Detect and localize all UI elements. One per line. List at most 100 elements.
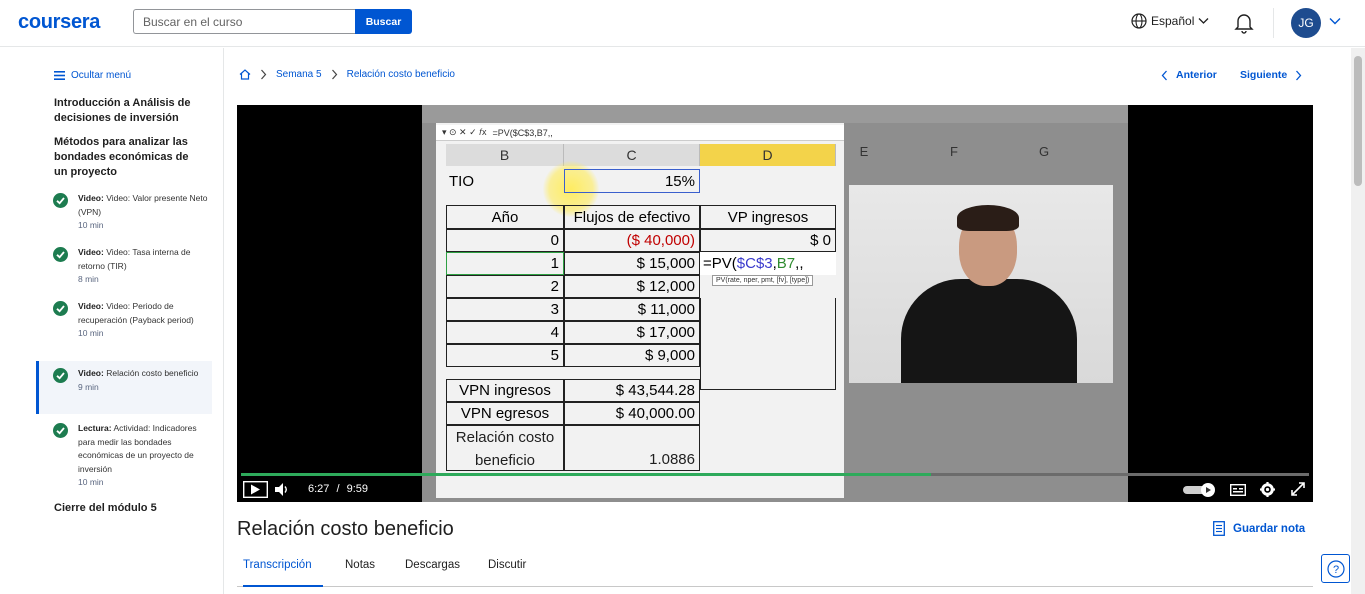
chevron-right-icon bbox=[331, 69, 337, 80]
save-note-button[interactable]: Guardar nota bbox=[1213, 521, 1305, 536]
sidebar-item-relacion-costo-beneficio[interactable]: Video: Relación costo beneficio 9 min bbox=[36, 361, 212, 414]
sidebar-item-tir[interactable]: Video: Video: Tasa interna de retorno (T… bbox=[36, 246, 212, 288]
breadcrumb: Semana 5 Relación costo beneficio bbox=[239, 69, 455, 80]
breadcrumb-week[interactable]: Semana 5 bbox=[276, 69, 322, 80]
tab-transcripcion[interactable]: Transcripción bbox=[243, 559, 323, 587]
chevron-right-icon bbox=[1296, 70, 1302, 80]
item-duration: 10 min bbox=[78, 328, 104, 338]
next-module-title[interactable]: Cierre del módulo 5 bbox=[54, 501, 204, 516]
previous-label: Anterior bbox=[1176, 69, 1217, 81]
video-progress-fill bbox=[241, 473, 931, 476]
tab-notas[interactable]: Notas bbox=[345, 559, 375, 587]
vpn-egresos-label: VPN egresos bbox=[446, 402, 564, 425]
column-header-d: D bbox=[700, 144, 836, 166]
sidebar-item-payback[interactable]: Video: Video: Periodo de recuperación (P… bbox=[36, 300, 212, 356]
formula-bar-buttons: ▾ ⊙ ✕ ✓ 𝑓x bbox=[442, 127, 487, 137]
header-flows: Flujos de efectivo bbox=[564, 205, 700, 229]
vp-empty-cells bbox=[700, 298, 836, 390]
coursera-logo[interactable]: coursera bbox=[18, 11, 100, 34]
settings-button[interactable] bbox=[1260, 482, 1275, 497]
video-player[interactable]: E F G ▾ ⊙ ✕ ✓ 𝑓x =PV($C$3,B7,, B C D TIO… bbox=[237, 105, 1313, 502]
play-button[interactable] bbox=[243, 481, 268, 498]
play-icon bbox=[243, 481, 268, 498]
completed-check-icon bbox=[53, 193, 68, 208]
item-duration: 10 min bbox=[78, 220, 104, 230]
flow-cell: ($ 40,000) bbox=[564, 229, 700, 252]
scrollbar-thumb[interactable] bbox=[1354, 56, 1362, 186]
formula-ref-nper: B7 bbox=[776, 255, 796, 272]
formula-bar: ▾ ⊙ ✕ ✓ 𝑓x =PV($C$3,B7,, bbox=[436, 125, 844, 141]
next-label: Siguiente bbox=[1240, 69, 1288, 81]
year-cell: 4 bbox=[446, 321, 564, 344]
item-type: Video: bbox=[78, 193, 104, 203]
volume-button[interactable] bbox=[275, 483, 290, 496]
save-note-label: Guardar nota bbox=[1233, 522, 1306, 535]
chevron-right-icon bbox=[261, 69, 267, 80]
column-header-f: F bbox=[950, 144, 958, 159]
tab-discutir[interactable]: Discutir bbox=[488, 559, 526, 587]
completed-check-icon bbox=[53, 301, 68, 316]
menu-icon bbox=[54, 71, 65, 80]
year-cell: 5 bbox=[446, 344, 564, 367]
chevron-down-icon bbox=[1198, 18, 1209, 24]
ratio-value: 1.0886 bbox=[564, 425, 700, 471]
captions-button[interactable] bbox=[1230, 484, 1246, 496]
autoplay-toggle[interactable] bbox=[1183, 483, 1217, 497]
note-icon bbox=[1213, 521, 1225, 536]
avatar[interactable]: JG bbox=[1291, 8, 1321, 38]
module-title[interactable]: Introducción a Análisis de decisiones de… bbox=[54, 96, 204, 126]
header-divider bbox=[1273, 8, 1274, 38]
flow-cell: $ 12,000 bbox=[564, 275, 700, 298]
previous-button[interactable]: Anterior bbox=[1161, 69, 1217, 81]
item-duration: 10 min bbox=[78, 477, 104, 487]
volume-icon bbox=[275, 483, 287, 496]
hide-menu-button[interactable]: Ocultar menú bbox=[54, 70, 131, 81]
search-button[interactable]: Buscar bbox=[355, 9, 412, 34]
presenter-hair bbox=[957, 205, 1019, 231]
formula-ref-rate: $C$3 bbox=[736, 255, 773, 272]
help-button[interactable]: ? bbox=[1321, 554, 1350, 583]
completed-check-icon bbox=[53, 368, 68, 383]
formula-bar-text: =PV($C$3,B7,, bbox=[492, 127, 553, 138]
year-cell: 2 bbox=[446, 275, 564, 298]
ratio-label-line-2: beneficio bbox=[474, 452, 536, 469]
flow-cell: $ 17,000 bbox=[564, 321, 700, 344]
presenter-body bbox=[901, 279, 1077, 383]
item-type: Video: bbox=[78, 368, 104, 378]
notifications-bell-icon[interactable] bbox=[1234, 12, 1254, 39]
toggle-icon bbox=[1183, 483, 1215, 497]
globe-icon bbox=[1131, 13, 1147, 29]
completed-check-icon bbox=[53, 423, 68, 438]
current-time: 6:27 bbox=[308, 483, 330, 495]
hide-menu-label: Ocultar menú bbox=[71, 70, 132, 81]
language-label: Español bbox=[1151, 14, 1195, 28]
sidebar-item-vpn[interactable]: Video: Video: Valor presente Neto (VPN) … bbox=[36, 192, 212, 234]
video-progress-bar[interactable] bbox=[241, 473, 1309, 476]
fullscreen-button[interactable] bbox=[1291, 482, 1305, 496]
next-button[interactable]: Siguiente bbox=[1240, 69, 1302, 81]
sidebar-item-lectura-indicadores[interactable]: Lectura: Actividad: Indicadores para med… bbox=[36, 422, 212, 492]
time-separator: / bbox=[336, 483, 340, 495]
vpn-ingresos-value: $ 43,544.28 bbox=[564, 379, 700, 402]
search-input[interactable] bbox=[133, 9, 356, 34]
column-header-g: G bbox=[1038, 144, 1050, 159]
tab-descargas[interactable]: Descargas bbox=[405, 559, 460, 587]
home-icon[interactable] bbox=[239, 69, 251, 80]
right-column-headers: E F G bbox=[844, 144, 1128, 168]
vp-cell: $ 0 bbox=[700, 229, 836, 252]
svg-text:?: ? bbox=[1332, 564, 1338, 576]
chevron-down-icon[interactable] bbox=[1329, 17, 1341, 25]
vpn-ingresos-label: VPN ingresos bbox=[446, 379, 564, 402]
course-sidebar: Ocultar menú Introducción a Análisis de … bbox=[0, 48, 224, 594]
item-label: Relación costo beneficio bbox=[106, 368, 199, 378]
item-duration: 8 min bbox=[78, 274, 99, 284]
flow-cell: $ 9,000 bbox=[564, 344, 700, 367]
section-title[interactable]: Métodos para analizar las bondades econó… bbox=[54, 135, 204, 180]
year-cell: 3 bbox=[446, 298, 564, 321]
page-scrollbar[interactable] bbox=[1351, 48, 1365, 594]
language-selector[interactable]: Español bbox=[1131, 13, 1209, 29]
video-spreadsheet: ▾ ⊙ ✕ ✓ 𝑓x =PV($C$3,B7,, B C D TIO 15% A… bbox=[436, 123, 844, 498]
presenter-video-inset bbox=[849, 185, 1113, 383]
function-tooltip: PV(rate, nper, pmt, [fv], [type]) bbox=[712, 275, 814, 286]
breadcrumb-current[interactable]: Relación costo beneficio bbox=[347, 69, 455, 80]
